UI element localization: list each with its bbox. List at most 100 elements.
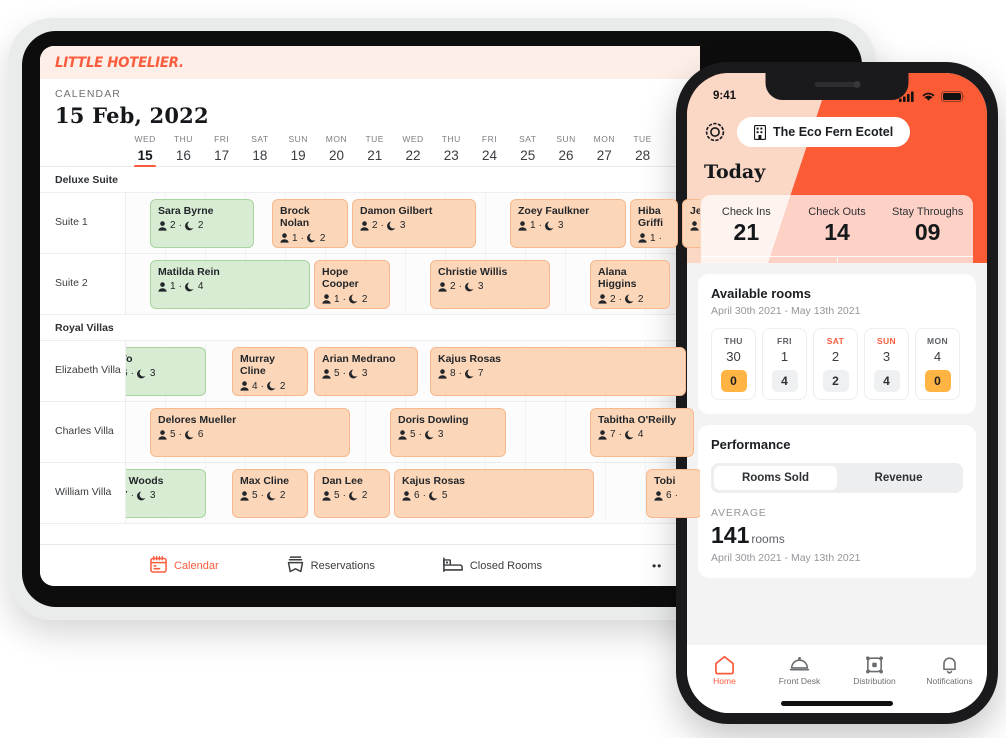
calendar-day-26[interactable]: SUN 26: [547, 134, 585, 166]
booking-card[interactable]: Jeff 1·: [682, 199, 700, 248]
available-day-2[interactable]: SAT 2 2: [813, 328, 858, 400]
day-number: 28: [635, 148, 651, 163]
booking-card[interactable]: Max Cline 5 · 2: [232, 469, 308, 518]
guest-count: 5: [170, 429, 176, 441]
day-weekday: SAT: [519, 134, 537, 144]
nav-more-button[interactable]: ••: [652, 559, 662, 573]
booking-card[interactable]: Zoey Faulkner 1 · 3: [510, 199, 626, 248]
booking-card[interactable]: Sara Byrne 2 · 2: [150, 199, 254, 248]
night-count: 3: [149, 490, 156, 502]
calendar-day-28[interactable]: TUE 28: [623, 134, 661, 166]
nights-icon: [464, 369, 474, 379]
available-day-3[interactable]: SUN 3 4: [864, 328, 909, 400]
nav-item-calendar[interactable]: Calendar: [150, 555, 219, 576]
booking-meta: 2 · 2: [598, 294, 662, 305]
booking-meta: 1 · 3: [518, 220, 618, 231]
booking-card[interactable]: Tobi 6 ·: [646, 469, 700, 518]
booking-card[interactable]: Delores Mueller 5 · 6: [150, 408, 350, 457]
calendar-day-22[interactable]: WED 22: [394, 134, 432, 166]
guest-name: Doris Dowling: [398, 414, 469, 426]
meta-separator: ·: [618, 293, 622, 305]
battery-icon: [941, 90, 965, 102]
day-number: 19: [290, 148, 306, 163]
calendar-day-21[interactable]: TUE 21: [356, 134, 394, 166]
available-rooms-day-list[interactable]: THU 30 0 FRI 1 4 SAT 2 2 SUN 3 4 MON 4 0: [711, 328, 963, 400]
day-number: 15: [137, 148, 153, 163]
calendar-cell[interactable]: [526, 402, 566, 462]
night-count: 2: [197, 220, 204, 232]
performance-tab-rooms-sold[interactable]: Rooms Sold: [714, 466, 837, 490]
calendar-day-17[interactable]: FRI 17: [203, 134, 241, 166]
average-label: AVERAGE: [711, 507, 767, 519]
guest-icon: [322, 294, 331, 304]
guest-count: 1: [170, 281, 176, 293]
status-time: 9:41: [713, 90, 737, 102]
booking-card[interactable]: Tabitha O'Reilly 7 · 4: [590, 408, 694, 457]
day-number: 27: [596, 148, 612, 163]
booking-card[interactable]: Kajus Rosas 6 · 5: [394, 469, 594, 518]
tab-notifications[interactable]: Notifications: [912, 654, 987, 713]
nav-item-reservations[interactable]: Reservations: [287, 555, 375, 576]
tab-home[interactable]: Home: [687, 654, 762, 713]
calendar-day-16[interactable]: THU 16: [164, 134, 202, 166]
calendar-room-row: Elizabeth Villarl Vo6·3Murray Cline4·2Ar…: [40, 341, 700, 402]
phone-hero: 9:41 The Eco Fern Ecotel Today Check Ins…: [687, 73, 987, 263]
calendar-day-strip[interactable]: WED 15 THU 16 FRI 17 SAT 18 SUN 19 MON 20 TUE 21 WED 22…: [40, 134, 700, 167]
booking-meta: 6 ·: [654, 490, 694, 501]
booking-card[interactable]: Damon Gilbert 2 · 3: [352, 199, 476, 248]
guest-icon: [240, 381, 249, 391]
night-count: 3: [557, 220, 564, 232]
calendar-day-20[interactable]: MON 20: [317, 134, 355, 166]
calendar-day-24[interactable]: FRI 24: [470, 134, 508, 166]
gear-icon[interactable]: [703, 120, 727, 144]
meta-separator: ·: [178, 429, 182, 441]
performance-segmented-control[interactable]: Rooms Sold Revenue: [711, 463, 963, 493]
wifi-icon: [922, 92, 935, 101]
booking-card[interactable]: Hope Cooper 1 · 2: [314, 260, 390, 309]
room-group-header: Royal Villas: [40, 315, 700, 341]
nights-icon: [348, 491, 358, 501]
available-day-30[interactable]: THU 30 0: [711, 328, 756, 400]
nights-icon: [624, 430, 634, 440]
property-selector[interactable]: The Eco Fern Ecotel: [737, 117, 911, 147]
available-day-1[interactable]: FRI 1 4: [762, 328, 807, 400]
calendar-day-15[interactable]: WED 15: [126, 134, 164, 167]
nights-icon: [266, 381, 276, 391]
calendar-cell[interactable]: [606, 463, 646, 523]
nights-icon: [348, 294, 358, 304]
guest-count: 6: [666, 490, 672, 502]
booking-card[interactable]: Kajus Rosas 8 · 7: [430, 347, 686, 396]
booking-meta: 7 · 4: [598, 429, 686, 440]
tablet-bottom-nav[interactable]: Calendar Reservations Closed Rooms ••: [40, 544, 700, 586]
booking-card[interactable]: Murray Cline 4 · 2: [232, 347, 308, 396]
available-day-4[interactable]: MON 4 0: [915, 328, 960, 400]
booking-card[interactable]: Matilda Rein 1 · 4: [150, 260, 310, 309]
guest-name: Tabitha O'Reilly: [598, 414, 677, 426]
booking-card[interactable]: Hiba Griffi 1 ·: [630, 199, 678, 248]
booking-card[interactable]: Brock Nolan 1 · 2: [272, 199, 348, 248]
calendar-day-19[interactable]: SUN 19: [279, 134, 317, 166]
booking-card[interactable]: Dan Lee 5 · 2: [314, 469, 390, 518]
meta-separator: ·: [130, 490, 134, 502]
guest-name: Brock Nolan: [280, 205, 310, 230]
calendar-day-23[interactable]: THU 23: [432, 134, 470, 166]
booking-meta: 5 · 3: [398, 429, 498, 440]
day-number: 24: [482, 148, 498, 163]
booking-card[interactable]: Doris Dowling 5 · 3: [390, 408, 506, 457]
meta-separator: ·: [300, 232, 304, 244]
guest-name: Hiba Griffi: [638, 205, 664, 230]
performance-range: April 30th 2021 - May 13th 2021: [711, 552, 861, 564]
performance-tab-revenue[interactable]: Revenue: [837, 466, 960, 490]
guest-count: 5: [410, 429, 416, 441]
calendar-day-18[interactable]: SAT 18: [241, 134, 279, 166]
guest-name: Christie Willis: [438, 266, 508, 278]
calendar-day-25[interactable]: SAT 25: [509, 134, 547, 166]
booking-card[interactable]: Alana Higgins 2 · 2: [590, 260, 670, 309]
booking-card[interactable]: Arian Medrano 5 · 3: [314, 347, 418, 396]
night-count: 2: [361, 293, 368, 305]
booking-card[interactable]: Christie Willis 2 · 3: [430, 260, 550, 309]
guest-icon: [398, 430, 407, 440]
nav-item-closed-rooms[interactable]: Closed Rooms: [442, 556, 542, 576]
calendar-day-27[interactable]: MON 27: [585, 134, 623, 166]
guest-icon: [690, 221, 699, 231]
